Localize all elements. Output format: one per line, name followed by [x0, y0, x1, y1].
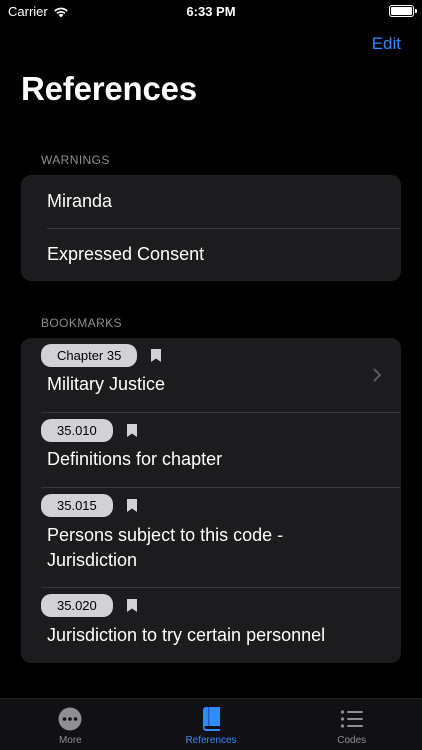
- bookmark-title: Military Justice: [47, 374, 166, 394]
- reference-badge: 35.010: [41, 419, 113, 442]
- tab-references[interactable]: References: [141, 699, 282, 750]
- bookmark-title: Definitions for chapter: [47, 449, 223, 469]
- bookmark-title: Jurisdiction to try certain personnel: [47, 625, 326, 645]
- chevron-right-icon: [373, 368, 382, 382]
- status-time: 6:33 PM: [186, 4, 236, 19]
- bookmark-icon: [126, 424, 137, 437]
- list-icon: [340, 710, 363, 728]
- bookmark-icon: [126, 599, 137, 612]
- edit-button[interactable]: Edit: [372, 34, 401, 54]
- tab-bar: More References Codes: [0, 698, 422, 750]
- status-bar: Carrier 6:33 PM: [0, 0, 422, 24]
- list-item-expressed-consent[interactable]: Expressed Consent: [21, 228, 401, 281]
- page-title: References: [21, 70, 197, 107]
- list-item-label: Expressed Consent: [47, 244, 205, 264]
- warnings-list: Miranda Expressed Consent: [21, 175, 401, 281]
- reference-badge: 35.020: [41, 594, 113, 617]
- bookmark-row[interactable]: 35.010 Definitions for chapter: [21, 412, 401, 487]
- tab-more[interactable]: More: [0, 699, 141, 750]
- ellipsis-circle-icon: [58, 707, 82, 731]
- bookmark-row[interactable]: Chapter 35 Military Justice: [21, 338, 401, 412]
- bookmark-title: Persons subject to this code - Jurisdict…: [47, 525, 284, 570]
- book-icon: [203, 707, 220, 731]
- warnings-section-header: WARNINGS: [41, 153, 110, 167]
- bookmark-icon: [126, 499, 137, 512]
- bookmark-row[interactable]: 35.015 Persons subject to this code - Ju…: [21, 487, 401, 587]
- reference-badge: Chapter 35: [41, 344, 138, 367]
- list-item-label: Miranda: [47, 191, 113, 211]
- tab-codes[interactable]: Codes: [281, 699, 422, 750]
- battery-icon: [389, 5, 417, 17]
- bookmark-row[interactable]: 35.020 Jurisdiction to try certain perso…: [21, 587, 401, 663]
- bookmarks-list: Chapter 35 Military Justice 35.010 Defin…: [21, 338, 401, 663]
- reference-badge: 35.015: [41, 494, 113, 517]
- tab-label: More: [58, 735, 82, 746]
- bookmark-icon: [151, 349, 162, 362]
- bookmarks-section-header: BOOKMARKS: [41, 316, 122, 330]
- list-item-miranda[interactable]: Miranda: [21, 175, 401, 228]
- tab-label: References: [185, 735, 237, 746]
- tab-label: Codes: [337, 735, 367, 746]
